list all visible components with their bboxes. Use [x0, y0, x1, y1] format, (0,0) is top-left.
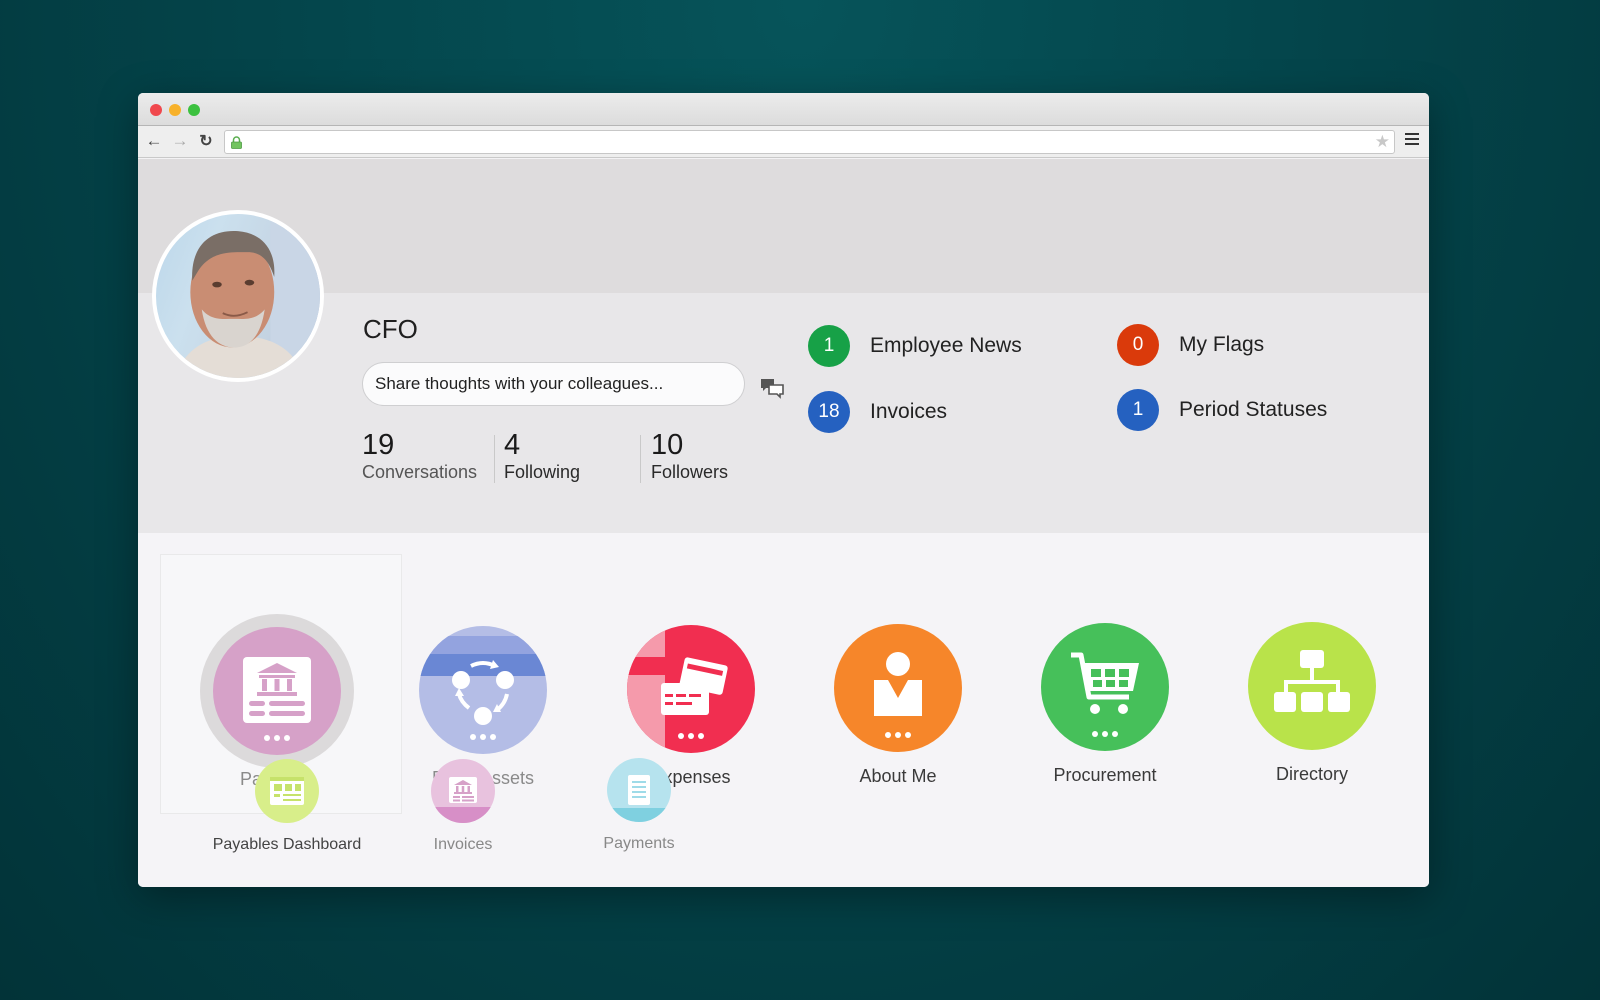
following-stat[interactable]: 4 Following: [504, 429, 580, 483]
tile-label: Procurement: [1053, 765, 1157, 785]
followers-count: 10: [651, 429, 684, 461]
profile-photo: [175, 214, 320, 378]
more-dots-icon: [678, 733, 704, 739]
banner-header: [138, 159, 1429, 293]
count-badge: 18: [808, 391, 850, 433]
count-badge: 0: [1117, 324, 1159, 366]
arrow-right-icon: →: [171, 131, 189, 150]
person-icon: [874, 652, 922, 716]
tile-about-me[interactable]: About Me: [808, 624, 988, 787]
reload-button[interactable]: ↻: [196, 131, 216, 151]
bank-document-icon: [243, 657, 311, 723]
org-chart-icon: [1274, 650, 1350, 712]
tile-label: About Me: [859, 766, 937, 786]
procurement-circle: [1041, 623, 1169, 751]
notification-label: Invoices: [870, 400, 948, 423]
browser-window: ← → ↻ ★ CFO Share thoughts with your col…: [138, 93, 1429, 887]
cycle-icon: [452, 660, 514, 725]
notification-label: Employee News: [870, 334, 1022, 357]
lock-icon: [231, 136, 242, 149]
conversations-count: 19: [362, 429, 395, 461]
back-button[interactable]: ←: [144, 131, 164, 151]
following-count: 4: [504, 429, 521, 461]
page-content: CFO 19 Conversations 4 Following 10 Foll…: [138, 159, 1429, 887]
stat-divider: [640, 435, 641, 483]
conversations-icon[interactable]: [760, 377, 784, 399]
shopping-cart-icon: [1071, 652, 1139, 714]
star-icon[interactable]: ★: [1375, 132, 1390, 152]
more-dots-icon: [885, 732, 911, 738]
avatar[interactable]: [152, 210, 324, 382]
dashboard-icon: [270, 777, 304, 805]
payables-dashboard-circle: [255, 759, 319, 823]
arrow-left-icon: ←: [145, 131, 163, 150]
more-dots-icon: [264, 735, 290, 741]
subtile-invoices[interactable]: Invoices: [378, 759, 548, 854]
conversations-label: Conversations: [362, 462, 478, 482]
conversations-stat[interactable]: 19 Conversations: [362, 429, 477, 483]
payments-circle: [607, 758, 671, 822]
browser-menu-button[interactable]: [1405, 133, 1419, 148]
notification-my-flags[interactable]: 0 My Flags: [1117, 324, 1264, 366]
subtile-label: Payments: [603, 835, 675, 852]
credit-cards-icon: [661, 657, 728, 715]
role-title: CFO: [363, 314, 418, 344]
share-thoughts-input[interactable]: [362, 362, 745, 406]
followers-label: Followers: [651, 462, 729, 482]
notification-employee-news[interactable]: 1 Employee News: [808, 325, 1022, 367]
close-window-button[interactable]: [150, 104, 162, 116]
invoices-circle: [431, 759, 495, 823]
subtile-payables-dashboard[interactable]: Payables Dashboard: [202, 759, 372, 854]
notification-period-statuses[interactable]: 1 Period Statuses: [1117, 389, 1327, 431]
subtile-label: Payables Dashboard: [212, 836, 362, 853]
fixed-assets-circle: [419, 626, 547, 754]
reload-icon: ↻: [199, 133, 213, 150]
directory-circle: [1248, 622, 1376, 750]
following-label: Following: [504, 462, 581, 482]
document-icon: [628, 775, 650, 805]
bank-document-icon: [449, 777, 477, 803]
followers-stat[interactable]: 10 Followers: [651, 429, 728, 483]
forward-button[interactable]: →: [170, 131, 190, 151]
more-dots-icon: [470, 734, 496, 740]
stat-divider: [494, 435, 495, 483]
address-bar[interactable]: ★: [224, 130, 1395, 154]
maximize-window-button[interactable]: [188, 104, 200, 116]
browser-toolbar: ← → ↻ ★: [138, 126, 1429, 158]
notification-invoices[interactable]: 18 Invoices: [808, 391, 947, 433]
expenses-circle: [627, 625, 755, 753]
notification-label: Period Statuses: [1179, 398, 1328, 421]
minimize-window-button[interactable]: [169, 104, 181, 116]
count-badge: 1: [1117, 389, 1159, 431]
payables-circle: [213, 627, 341, 755]
tile-directory[interactable]: Directory: [1222, 622, 1402, 785]
notification-label: My Flags: [1179, 333, 1265, 356]
tile-label: Directory: [1275, 764, 1348, 784]
about-me-circle: [834, 624, 962, 752]
more-dots-icon: [1092, 731, 1118, 737]
title-bar: [138, 93, 1429, 126]
subtile-payments[interactable]: Payments: [554, 758, 724, 853]
tile-procurement[interactable]: Procurement: [1015, 623, 1195, 786]
subtile-label: Invoices: [433, 836, 493, 853]
count-badge: 1: [808, 325, 850, 367]
